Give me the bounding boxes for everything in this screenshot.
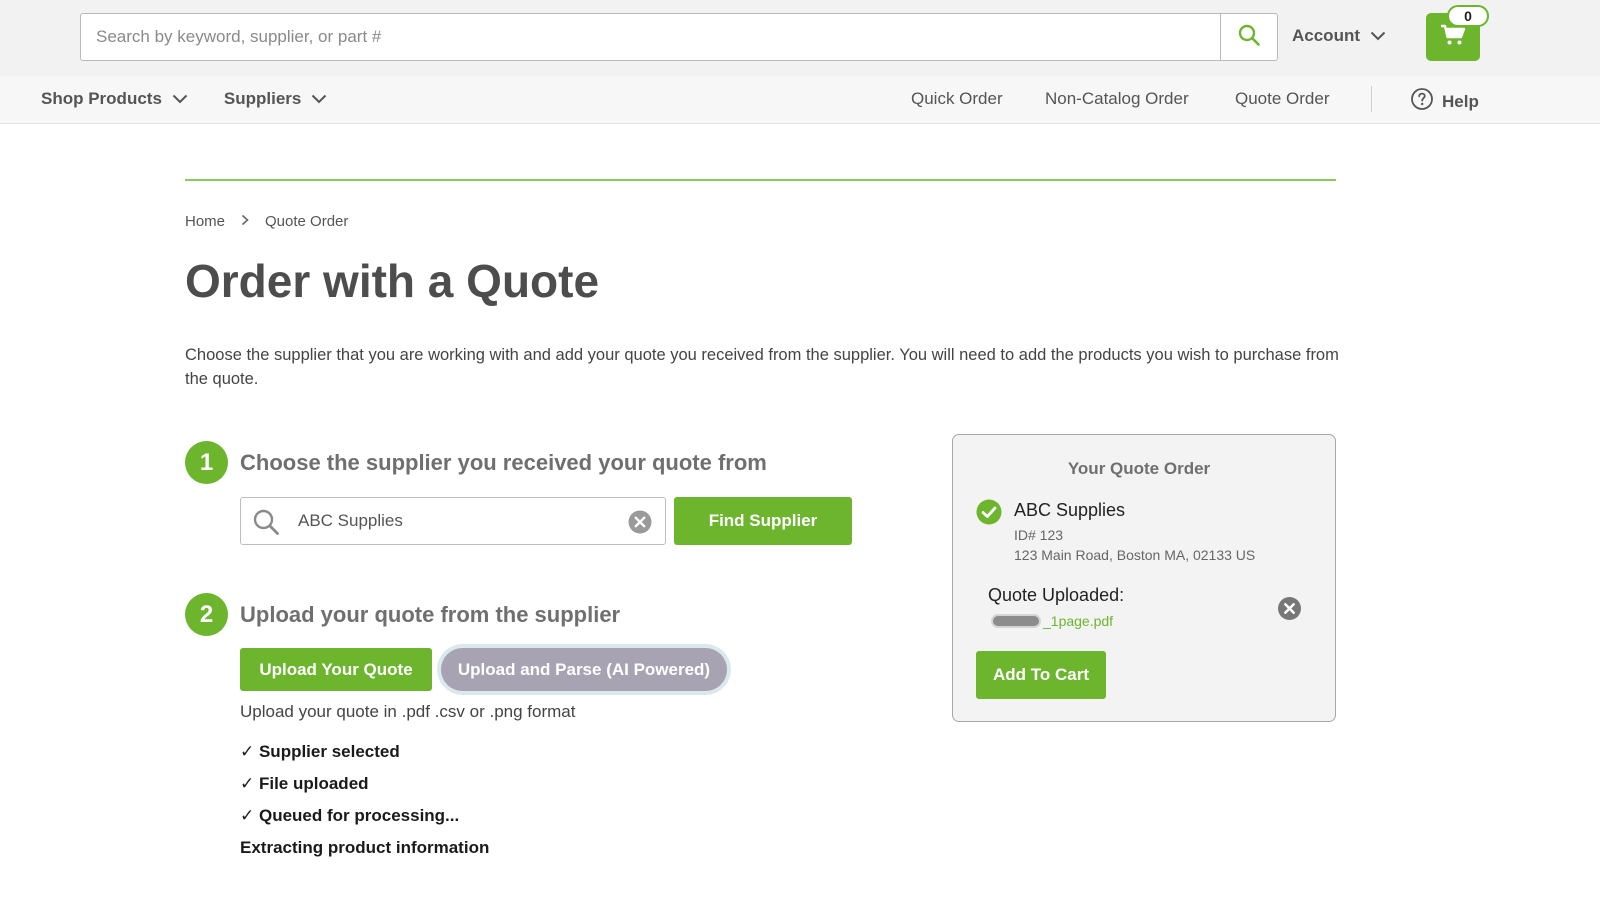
- search-button[interactable]: [1220, 14, 1277, 60]
- remove-file-icon[interactable]: [1277, 596, 1302, 626]
- selected-supplier-id: ID# 123: [1014, 527, 1064, 543]
- supplier-input[interactable]: [298, 498, 618, 544]
- account-menu[interactable]: Account: [1292, 26, 1386, 46]
- redacted-filename: [991, 614, 1041, 628]
- step-1-badge: 1: [185, 441, 228, 484]
- upload-quote-button[interactable]: Upload Your Quote: [240, 648, 432, 691]
- breadcrumb-current: Quote Order: [265, 213, 349, 230]
- cart-count-badge: 0: [1447, 5, 1489, 27]
- chevron-down-icon: [311, 89, 327, 109]
- status-file-uploaded: ✓ File uploaded: [240, 774, 369, 793]
- cart-icon: [1440, 24, 1466, 51]
- help-label: Help: [1442, 91, 1479, 111]
- help-icon: [1410, 87, 1434, 116]
- nav-shop-products-label: Shop Products: [41, 89, 162, 108]
- nav-quick-order[interactable]: Quick Order: [911, 89, 1003, 109]
- search-input[interactable]: [81, 14, 1221, 60]
- search-icon: [1237, 23, 1261, 52]
- help-link[interactable]: Help: [1410, 87, 1479, 116]
- uploaded-file-name: _1page.pdf: [1043, 613, 1114, 629]
- account-label: Account: [1292, 26, 1360, 45]
- quote-order-panel: Your Quote Order ABC Supplies ID# 123 12…: [952, 434, 1336, 722]
- step-1-title: Choose the supplier you received your qu…: [240, 450, 767, 475]
- status-queued: ✓ Queued for processing...: [240, 806, 460, 825]
- panel-title: Your Quote Order: [1067, 459, 1211, 478]
- main-nav: Shop Products Suppliers Quick Order Non-…: [0, 76, 1600, 124]
- search-icon: [252, 508, 280, 541]
- quote-uploaded-label: Quote Uploaded:: [988, 585, 1125, 605]
- upload-parse-ai-button[interactable]: Upload and Parse (AI Powered): [441, 648, 727, 691]
- clear-icon[interactable]: [627, 509, 653, 540]
- section-divider: [185, 179, 1336, 181]
- status-supplier-selected: ✓ Supplier selected: [240, 742, 400, 761]
- nav-non-catalog-order[interactable]: Non-Catalog Order: [1045, 89, 1189, 109]
- nav-suppliers[interactable]: Suppliers: [224, 89, 327, 109]
- breadcrumb: Home Quote Order: [185, 213, 348, 230]
- upload-format-hint: Upload your quote in .pdf .csv or .png f…: [240, 702, 576, 721]
- selected-supplier-name: ABC Supplies: [1014, 500, 1126, 520]
- check-circle-icon: [976, 499, 1002, 530]
- nav-left: Shop Products Suppliers: [41, 89, 327, 109]
- add-to-cart-button[interactable]: Add To Cart: [976, 651, 1106, 699]
- page-title: Order with a Quote: [185, 255, 600, 307]
- step-2-badge: 2: [185, 593, 228, 636]
- step-2-title: Upload your quote from the supplier: [240, 602, 621, 627]
- uploaded-file-link[interactable]: _1page.pdf: [991, 613, 1113, 629]
- chevron-right-icon: [241, 213, 249, 230]
- chevron-down-icon: [172, 89, 188, 109]
- global-search: [80, 13, 1278, 61]
- status-extracting: Extracting product information: [240, 838, 490, 857]
- chevron-down-icon: [1370, 26, 1386, 46]
- top-bar: Account 0: [0, 0, 1600, 76]
- nav-quote-order[interactable]: Quote Order: [1235, 89, 1330, 109]
- nav-suppliers-label: Suppliers: [223, 89, 302, 108]
- selected-supplier-address: 123 Main Road, Boston MA, 02133 US: [1014, 547, 1256, 563]
- find-supplier-button[interactable]: Find Supplier: [674, 497, 852, 545]
- nav-divider: [1371, 86, 1372, 112]
- supplier-search-field: [240, 497, 666, 545]
- breadcrumb-home[interactable]: Home: [185, 213, 225, 230]
- nav-shop-products[interactable]: Shop Products: [41, 89, 188, 109]
- page-intro: Choose the supplier that you are working…: [185, 346, 1339, 388]
